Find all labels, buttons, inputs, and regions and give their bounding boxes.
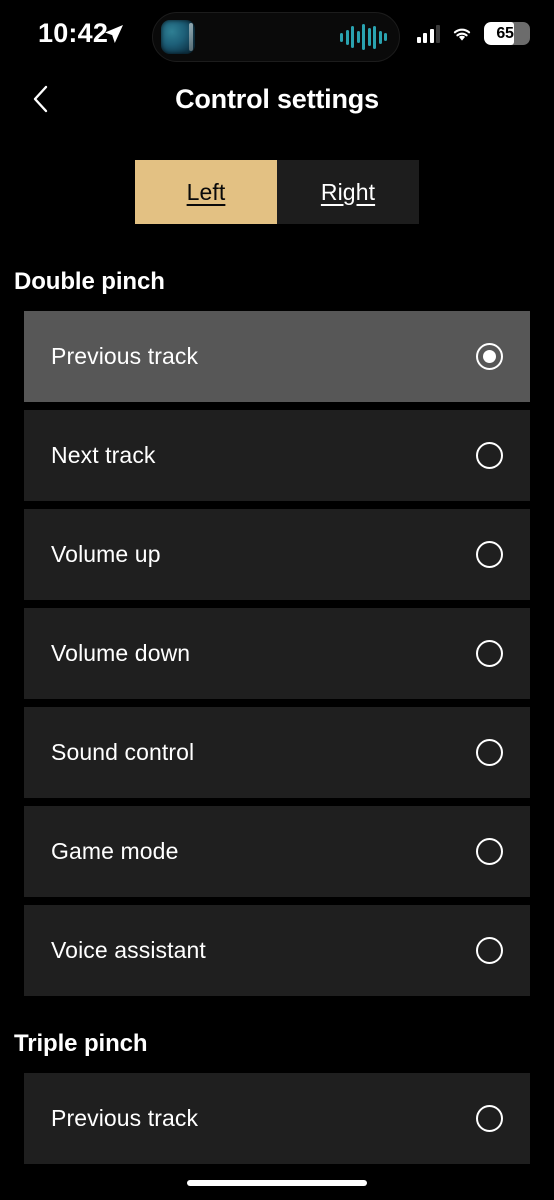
option-row-voice-assistant[interactable]: Voice assistant	[24, 905, 530, 996]
status-bar: 10:42 65	[0, 0, 554, 72]
option-label: Previous track	[51, 343, 199, 369]
radio-button[interactable]	[476, 442, 503, 469]
page-title: Control settings	[175, 84, 379, 114]
album-art-thumbnail	[161, 20, 195, 54]
radio-button[interactable]	[476, 1105, 503, 1132]
radio-button[interactable]	[476, 937, 503, 964]
radio-button[interactable]	[476, 541, 503, 568]
segment-tab-left-label: Left	[186, 178, 226, 205]
battery-percent: 65	[496, 24, 514, 42]
section-title-triple-pinch: Triple pinch	[14, 1030, 148, 1057]
option-label: Next track	[51, 442, 156, 468]
location-arrow-icon	[104, 24, 124, 44]
option-row-triple-previous-track[interactable]: Previous track	[24, 1073, 530, 1164]
phone-screen: 10:42 65 Control settings Left Right Dou…	[0, 0, 554, 1200]
audio-waveform-icon	[340, 24, 387, 50]
option-row-sound-control[interactable]: Sound control	[24, 707, 530, 798]
option-row-volume-up[interactable]: Volume up	[24, 509, 530, 600]
wifi-icon	[451, 25, 473, 42]
radio-button-selected[interactable]	[476, 343, 503, 370]
settings-content: Double pinch Previous track Next track V…	[0, 236, 554, 1164]
cellular-signal-icon	[416, 24, 440, 43]
double-pinch-options-list: Previous track Next track Volume up Volu…	[0, 311, 554, 996]
option-label: Voice assistant	[51, 937, 206, 963]
segment-tab-right-label: Right	[320, 178, 376, 205]
option-label: Sound control	[51, 739, 195, 765]
option-label: Previous track	[51, 1105, 199, 1131]
option-row-next-track[interactable]: Next track	[24, 410, 530, 501]
dynamic-island[interactable]	[152, 12, 400, 62]
radio-button[interactable]	[476, 838, 503, 865]
left-right-segmented-control[interactable]: Left Right	[135, 160, 419, 224]
radio-button[interactable]	[476, 640, 503, 667]
radio-button[interactable]	[476, 739, 503, 766]
home-indicator[interactable]	[187, 1180, 367, 1186]
battery-icon: 65	[484, 22, 530, 45]
option-row-previous-track[interactable]: Previous track	[24, 311, 530, 402]
nav-bar: Control settings	[0, 72, 554, 128]
option-label: Game mode	[51, 838, 179, 864]
option-row-volume-down[interactable]: Volume down	[24, 608, 530, 699]
option-label: Volume up	[51, 541, 161, 567]
status-bar-clock: 10:42	[38, 18, 109, 48]
status-bar-indicators: 65	[416, 22, 530, 45]
section-title-double-pinch: Double pinch	[14, 268, 165, 295]
option-label: Volume down	[51, 640, 191, 666]
triple-pinch-options-list: Previous track	[0, 1073, 554, 1164]
segment-tab-left[interactable]: Left	[135, 160, 277, 224]
segment-tab-right[interactable]: Right	[277, 160, 419, 224]
option-row-game-mode[interactable]: Game mode	[24, 806, 530, 897]
